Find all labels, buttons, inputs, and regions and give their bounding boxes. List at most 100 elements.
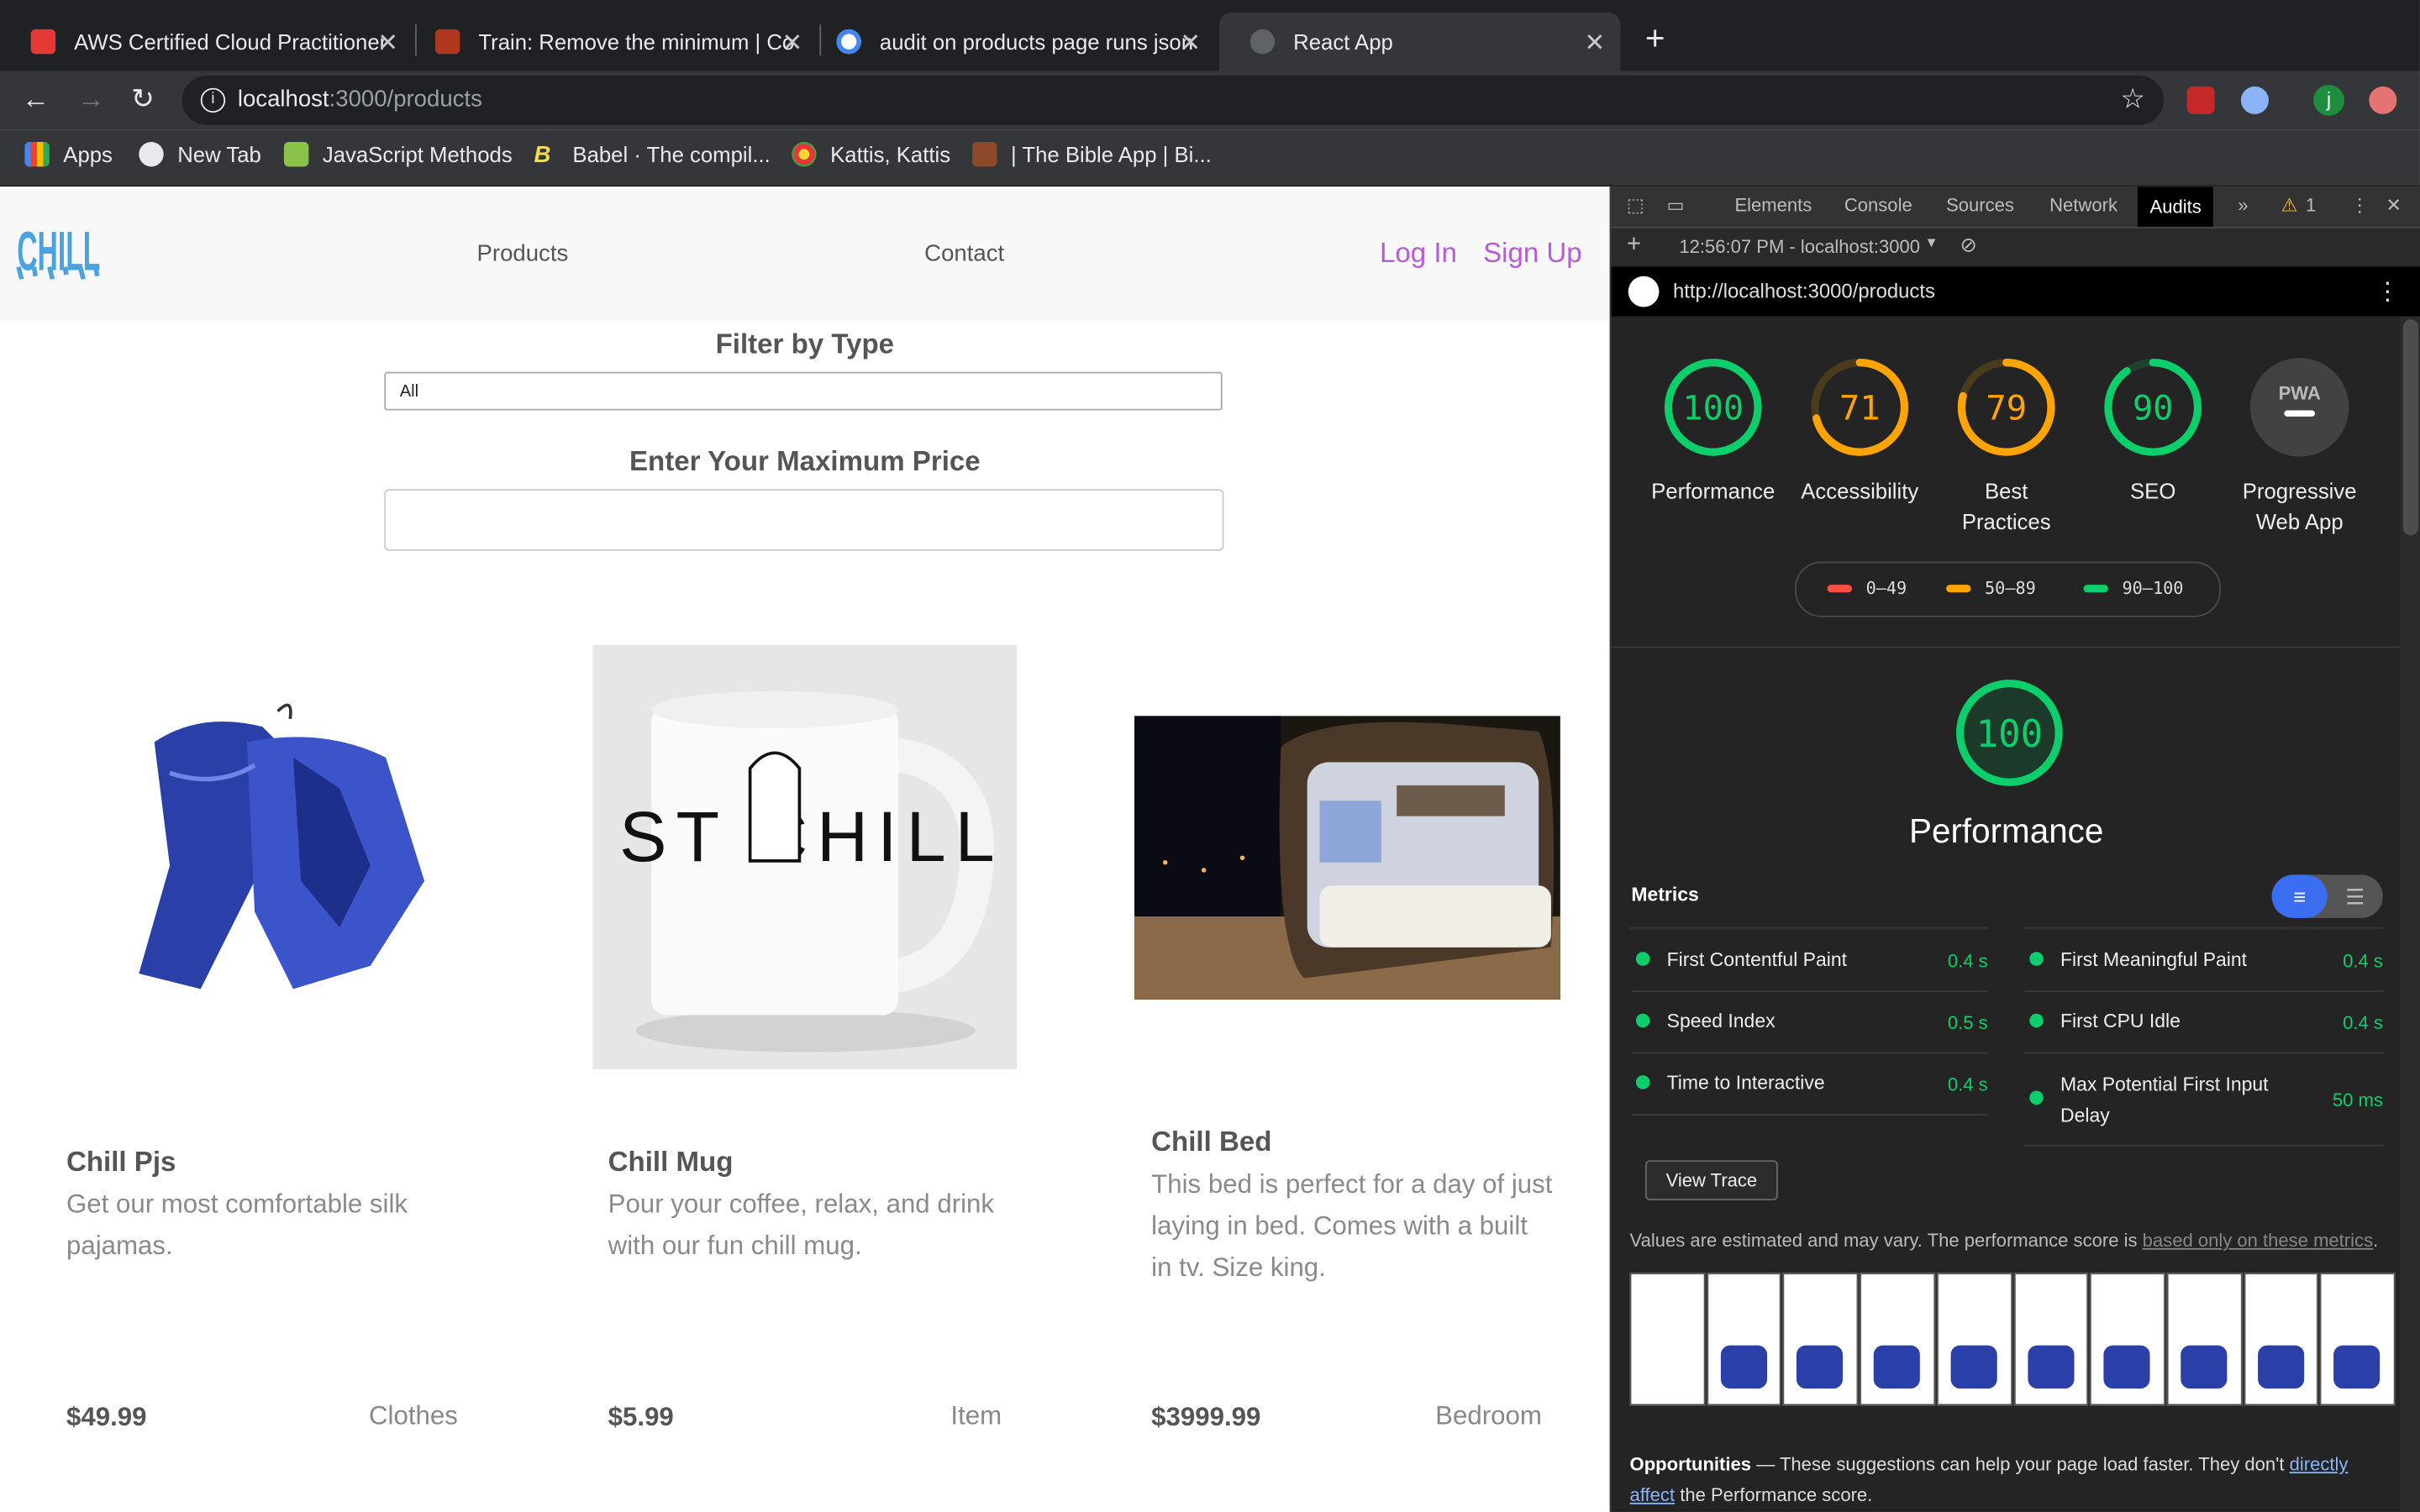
bookmark-bible-app[interactable]: | The Bible App | Bi... — [972, 141, 1212, 167]
close-icon[interactable]: ✕ — [2386, 194, 2402, 216]
close-icon[interactable]: ✕ — [1180, 28, 1201, 59]
tab-sources[interactable]: Sources — [1946, 194, 2014, 216]
product-name[interactable]: Chill Mug — [608, 1147, 734, 1179]
chill-logo[interactable]: CHILL — [15, 212, 102, 280]
google-icon — [836, 29, 861, 55]
close-icon[interactable]: ✕ — [1585, 28, 1606, 59]
gauge-ring: 90 — [2104, 359, 2202, 456]
lighthouse-icon — [1628, 276, 1660, 307]
clear-icon[interactable]: ⊘ — [1960, 233, 1977, 257]
filmstrip-frame — [2243, 1273, 2319, 1406]
babel-icon: B — [534, 141, 551, 169]
opportunities-text: Opportunities — These suggestions can he… — [1629, 1453, 2349, 1506]
pass-icon — [1635, 1075, 1650, 1089]
tab-title: AWS Certified Cloud Practitioner — [74, 29, 387, 55]
svg-text:100: 100 — [1682, 388, 1744, 428]
browser-tab-aws[interactable]: AWS Certified Cloud Practitioner ✕ — [0, 13, 413, 71]
metric-row: First Contentful Paint 0.4 s — [1631, 929, 1988, 992]
filter-title: Filter by Type — [715, 328, 895, 360]
inspect-icon[interactable]: ⬚ — [1627, 194, 1644, 216]
metrics-link[interactable]: based only on these metrics — [2143, 1230, 2373, 1252]
svg-text:90: 90 — [2133, 388, 2174, 428]
metric-row: First Meaningful Paint 0.4 s — [2024, 929, 2383, 992]
metric-row: First CPU Idle 0.4 s — [2024, 990, 2383, 1054]
product-type: Bedroom — [1435, 1400, 1542, 1431]
back-icon[interactable]: ← — [22, 83, 50, 114]
gauge-seo[interactable]: 90 SEO — [2079, 356, 2227, 506]
metrics-note: Values are estimated and may vary. The p… — [1629, 1229, 2379, 1252]
pass-icon — [1635, 1013, 1650, 1028]
nav-contact[interactable]: Contact — [924, 241, 1004, 267]
bookmark-new-tab[interactable]: New Tab — [139, 141, 261, 167]
site-navbar: CHILL Products Contact Log In Sign Up — [0, 186, 1610, 322]
svg-text:71: 71 — [1839, 388, 1881, 428]
signup-link[interactable]: Sign Up — [1483, 238, 1582, 270]
report-selector[interactable]: 12:56:07 PM - localhost:3000 — [1679, 236, 1920, 258]
bookmark-javascript-methods[interactable]: JavaScript Methods — [283, 141, 513, 167]
avatar[interactable]: j — [2313, 85, 2344, 116]
view-toggle[interactable]: ≡ ☰ — [2271, 874, 2383, 918]
tab-title: React App — [1293, 29, 1393, 55]
tab-console[interactable]: Console — [1844, 194, 1912, 216]
product-description: Pour your coffee, relax, and drink with … — [608, 1189, 995, 1261]
product-price: $5.99 — [608, 1402, 674, 1432]
extension-icon[interactable] — [2186, 86, 2215, 114]
gauge-pwa[interactable]: PWA Progressive Web App — [2226, 356, 2374, 537]
tab-network[interactable]: Network — [2049, 194, 2118, 216]
forward-icon[interactable]: → — [77, 83, 105, 114]
chevron-down-icon[interactable]: ▼ — [1924, 234, 1938, 249]
warning-icon[interactable]: ⚠ — [2281, 194, 2298, 216]
pass-icon — [1635, 952, 1650, 966]
bookmark-babel[interactable]: B Babel · The compil... — [534, 141, 770, 169]
reload-icon[interactable]: ↻ — [131, 83, 155, 114]
legend-swatch — [1946, 585, 1971, 593]
login-link[interactable]: Log In — [1380, 238, 1457, 270]
kebab-menu-icon[interactable]: ⋮ — [2350, 194, 2369, 216]
close-icon[interactable]: ✕ — [781, 28, 802, 59]
filmstrip-frame — [2320, 1273, 2396, 1406]
close-icon[interactable]: ✕ — [377, 28, 398, 59]
report-url-bar: http://localhost:3000/products ⋮ — [1611, 266, 2420, 317]
address-bar[interactable]: i localhost:3000/products ☆ — [182, 75, 2165, 125]
browser-tab-react-app[interactable]: React App ✕ — [1218, 12, 1621, 71]
kebab-menu-icon[interactable]: ⋮ — [2375, 276, 2400, 307]
info-icon[interactable]: i — [200, 87, 226, 113]
scrollbar-thumb[interactable] — [2402, 319, 2419, 536]
gauge-ring: 100 — [1664, 359, 1762, 456]
gauge-performance[interactable]: 100 Performance — [1639, 356, 1787, 506]
mug-image[interactable]: J ST CHILL — [592, 644, 1018, 1069]
tab-elements[interactable]: Elements — [1734, 194, 1812, 216]
expanded-view-icon[interactable]: ☰ — [2328, 874, 2383, 917]
product-type: Item — [950, 1400, 1002, 1431]
view-trace-button[interactable]: View Trace — [1644, 1160, 1778, 1200]
browser-tab-codewars[interactable]: Train: Remove the minimum | Co ✕ — [404, 13, 818, 71]
tab-audits[interactable]: Audits — [2137, 186, 2214, 227]
new-audit-icon[interactable]: + — [1627, 232, 1641, 260]
max-price-input[interactable] — [384, 489, 1224, 551]
product-name[interactable]: Chill Pjs — [66, 1147, 176, 1179]
bookmark-apps[interactable]: Apps — [24, 141, 113, 167]
list-view-icon[interactable]: ≡ — [2271, 874, 2328, 918]
gauge-label: Accessibility — [1801, 478, 1919, 503]
update-icon[interactable] — [2369, 86, 2397, 114]
bookmark-kattis[interactable]: Kattis, Kattis — [792, 141, 950, 167]
pajamas-image[interactable] — [108, 696, 433, 1012]
device-toggle-icon[interactable]: ▭ — [1667, 194, 1685, 216]
new-tab-button[interactable]: + — [1645, 21, 1665, 55]
tab-title: Train: Remove the minimum | Co — [478, 29, 795, 55]
svg-text:79: 79 — [1986, 388, 2027, 428]
svg-text:PWA: PWA — [2279, 383, 2321, 404]
gauge-best-practices[interactable]: 79 Best Practices — [1933, 356, 2081, 537]
gauge-accessibility[interactable]: 71 Accessibility — [1786, 356, 1933, 506]
devtools-panel: ⬚ ▭ Elements Console Sources Network Aud… — [1609, 186, 2420, 1512]
more-tabs-icon[interactable]: » — [2238, 194, 2248, 216]
nav-products[interactable]: Products — [477, 241, 569, 267]
type-select[interactable]: All — [384, 371, 1223, 411]
star-icon[interactable]: ☆ — [2120, 83, 2145, 116]
bed-image[interactable] — [1134, 716, 1560, 1000]
legend-swatch — [1827, 585, 1853, 593]
url-host: localhost — [237, 86, 329, 113]
browser-tab-google[interactable]: audit on products page runs json ✕ — [806, 13, 1217, 71]
product-name[interactable]: Chill Bed — [1151, 1126, 1271, 1159]
extension-icon[interactable] — [2240, 86, 2269, 114]
